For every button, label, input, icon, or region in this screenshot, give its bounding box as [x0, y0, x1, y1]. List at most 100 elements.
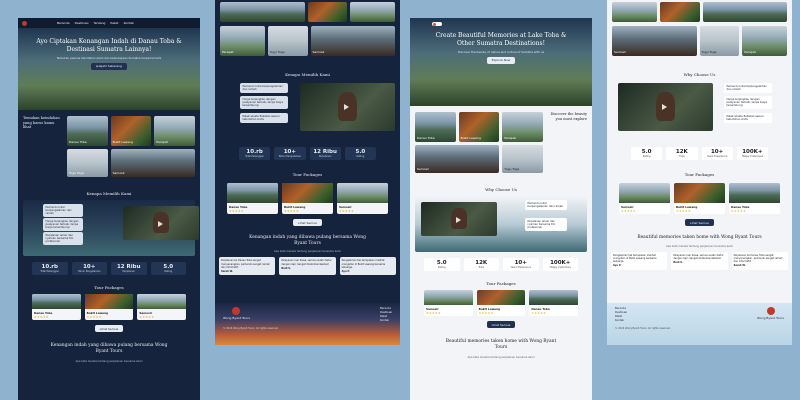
- package-card[interactable]: Bukit Lawang ★★★★★: [84, 294, 134, 320]
- reviews-subtitle: Apa kata mereka tentang perjalanan bersa…: [75, 360, 143, 364]
- package-card[interactable]: Danau Toba ★★★★★: [227, 183, 278, 214]
- stat-label: Rating: [356, 155, 365, 158]
- stat-label: Rating: [437, 266, 446, 269]
- packages-row: Danau Toba ★★★★★ Bukit Lawang ★★★★★ Samosi…: [215, 183, 400, 214]
- stat-label: Rating: [164, 270, 173, 273]
- stat-card: 12 Ribu Perjalanan: [111, 262, 147, 275]
- stat-card: 10.rb Total Pelanggan: [32, 262, 68, 275]
- panel-dark-scrolled: Parapat Tugu Toga Samosir Kenapa Memilih…: [215, 0, 400, 345]
- destination-card[interactable]: [659, 2, 700, 22]
- rating-stars: ★★★★★: [426, 310, 441, 315]
- stat-label: Perjalanan: [318, 155, 332, 158]
- package-card[interactable]: Samosir ★★★★★: [424, 290, 473, 316]
- package-card[interactable]: Samosir ★★★★★: [619, 183, 670, 214]
- destination-card[interactable]: Bukit Lawang: [458, 112, 500, 142]
- stats-row: 5.0 Rating 12K Trips 10+ Years Experience 1…: [410, 252, 592, 277]
- rating-stars: ★★★★★: [34, 314, 49, 319]
- review-text: Perjalanan ke Danau Toba sangat menyenan…: [733, 253, 783, 264]
- package-card[interactable]: Bukit Lawang ★★★★★: [476, 290, 526, 316]
- discover-strip: [215, 0, 400, 24]
- stat-card: 12 Ribu Perjalanan: [309, 147, 341, 160]
- destination-card[interactable]: Samosir: [415, 145, 500, 173]
- view-all-button[interactable]: Lihat Semua: [293, 219, 322, 226]
- view-all-button[interactable]: Lihat Semua: [685, 219, 714, 226]
- video-player[interactable]: [618, 83, 713, 131]
- footer-brand: Wong Byant Tours: [223, 316, 250, 320]
- destination-card[interactable]: Tugu Toga: [699, 26, 740, 56]
- logo: [22, 20, 27, 26]
- feature-bubble: Pemandu lokal berpengalaman dan ramah: [240, 83, 288, 93]
- package-card[interactable]: Samosir ★★★★★: [337, 183, 388, 214]
- nav-link-about[interactable]: Tentang: [94, 21, 106, 25]
- destination-card[interactable]: Samosir: [310, 26, 395, 56]
- play-icon[interactable]: [343, 104, 349, 111]
- packages-heading: Tour Packages: [684, 172, 715, 177]
- stat-card: 5.0 Rating: [631, 147, 663, 160]
- discover-strip: [607, 0, 792, 24]
- hero-cta-button[interactable]: Jelajahi Sekarang: [91, 62, 127, 70]
- hero-subtitle: Temukan pesona keindahan alam dan kebuda…: [56, 55, 162, 60]
- card-title: Tugu Toga: [269, 50, 285, 54]
- stat-label: Happy Customers: [741, 155, 764, 158]
- destination-card[interactable]: Parapat: [502, 112, 543, 142]
- reviews-subtitle: Apa kata mereka tentang perjalanan bersa…: [467, 356, 535, 360]
- packages-row: Samosir ★★★★★ Bukit Lawang ★★★★★ Danau Tob…: [410, 290, 592, 316]
- package-card[interactable]: Danau Toba ★★★★★: [529, 290, 579, 316]
- destination-card[interactable]: Danau Toba: [67, 116, 108, 146]
- destination-card[interactable]: Samosir: [110, 149, 195, 177]
- video-player[interactable]: [123, 206, 199, 240]
- hero-cta-button[interactable]: Explore Now: [486, 56, 516, 64]
- theme-toggle[interactable]: [432, 22, 442, 26]
- destination-card[interactable]: Parapat: [220, 26, 265, 56]
- package-card[interactable]: Danau Toba ★★★★★: [729, 183, 780, 214]
- package-card[interactable]: Samosir ★★★★★: [137, 294, 187, 320]
- destination-card[interactable]: Tugu Toga: [502, 145, 543, 173]
- review-author: Budi S.: [281, 266, 291, 270]
- destination-card[interactable]: Parapat: [154, 116, 195, 146]
- nav-link-home[interactable]: Beranda: [57, 21, 70, 25]
- footer-link[interactable]: Kontak: [380, 319, 392, 323]
- package-card[interactable]: Danau Toba ★★★★★: [32, 294, 81, 320]
- feature-bubble: Harga terjangkau dengan pelayanan terbai…: [724, 96, 772, 110]
- reviews-heading: Kenangan indah yang dibawa pulang bersam…: [50, 343, 168, 354]
- play-icon[interactable]: [661, 104, 667, 111]
- nav-link-packages[interactable]: Paket: [110, 21, 118, 25]
- destination-card[interactable]: Danau Toba: [415, 112, 456, 142]
- why-heading: Why Choose Us: [683, 72, 716, 77]
- destination-card[interactable]: Samosir: [612, 26, 697, 56]
- destination-card[interactable]: [350, 2, 395, 22]
- view-all-button[interactable]: Lihat Semua: [94, 325, 124, 332]
- nav-link-destinations[interactable]: Destinasi: [75, 21, 89, 25]
- review-card: Pelayanan luar biasa, semua sudah diatur…: [279, 257, 336, 276]
- play-icon[interactable]: [455, 216, 461, 223]
- destination-card[interactable]: [702, 2, 787, 22]
- feature-bubble: Pemandu lokal berpengalaman dan ramah: [43, 204, 83, 218]
- why-section: Pemandu lokal berpengalaman dan ramah Ha…: [220, 81, 395, 141]
- card-title: Samosir: [614, 50, 627, 54]
- view-all-button[interactable]: Lihat Semua: [486, 321, 516, 328]
- hero-subtitle: Discover the beauty of nature and cultur…: [457, 49, 545, 54]
- video-player[interactable]: [421, 202, 497, 236]
- review-card: Perjalanan ke Danau Toba sangat menyenan…: [219, 257, 276, 276]
- review-author: Budi S.: [673, 261, 683, 265]
- stat-card: 12K Trips: [666, 147, 698, 160]
- destination-card[interactable]: Parapat: [742, 26, 787, 56]
- destination-card[interactable]: [307, 2, 348, 22]
- package-card[interactable]: Bukit Lawang ★★★★★: [282, 183, 333, 214]
- package-card[interactable]: Bukit Lawang ★★★★★: [674, 183, 725, 214]
- stat-card: 10+ Years Experience: [701, 147, 733, 160]
- stats-row: 5.0 Rating 12K Trips 10+ Years Experience 1…: [607, 141, 792, 166]
- destination-card[interactable]: Bukit Lawang: [110, 116, 152, 146]
- hero-title: Ayo Ciptakan Kenangan Indah di Danau Tob…: [36, 38, 182, 53]
- footer-brand: Wong Byant Tours: [757, 316, 784, 320]
- card-title: Parapat: [744, 50, 756, 54]
- footer-link[interactable]: Kontak: [615, 319, 627, 323]
- video-player[interactable]: [300, 83, 395, 131]
- destination-card[interactable]: Tugu Toga: [267, 26, 308, 56]
- destination-card[interactable]: [220, 2, 305, 22]
- card-title: Tugu Toga: [701, 50, 717, 54]
- destination-card[interactable]: Tugu Toga: [67, 149, 108, 177]
- play-icon[interactable]: [157, 220, 163, 227]
- destination-card[interactable]: [612, 2, 657, 22]
- nav-link-contact[interactable]: Kontak: [124, 21, 134, 25]
